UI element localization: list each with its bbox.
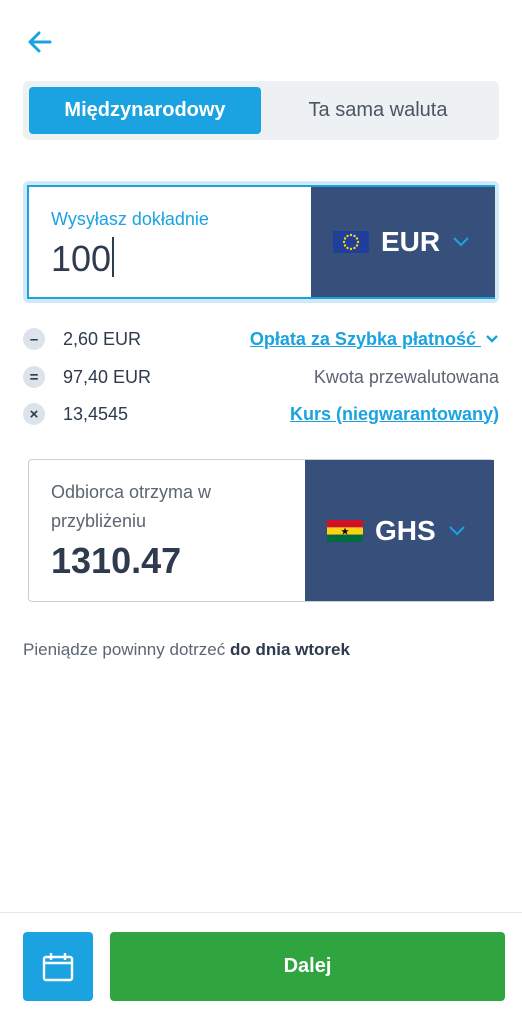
bottom-action-bar: Dalej <box>0 912 522 1025</box>
receive-currency-select[interactable]: GHS <box>305 460 494 601</box>
back-button[interactable] <box>22 24 58 60</box>
converted-row: = 97,40 EUR Kwota przewalutowana <box>23 362 499 392</box>
send-amount-value: 100 <box>51 238 112 279</box>
schedule-button[interactable] <box>23 932 93 1001</box>
delivery-estimate: Pieniądze powinny dotrzeć do dnia wtorek <box>23 640 350 660</box>
send-amount-field[interactable]: Wysyłasz dokładnie 100 EUR <box>27 185 495 299</box>
eu-flag-icon <box>333 231 369 253</box>
chevron-down-icon <box>448 525 465 535</box>
send-amount-input[interactable]: 100 <box>51 237 115 280</box>
rate-row: × 13,4545 Kurs (niegwarantowany) <box>23 399 499 429</box>
send-amount-label: Wysyłasz dokładnie <box>51 209 209 229</box>
fee-row: – 2,60 EUR Opłata za Szybka płatność <box>23 324 499 354</box>
chevron-down-icon <box>453 237 469 247</box>
converted-label: Kwota przewalutowana <box>313 366 499 387</box>
equals-icon: = <box>23 366 45 388</box>
send-currency-select[interactable]: EUR <box>311 187 495 297</box>
send-amount-box: Wysyłasz dokładnie 100 EUR <box>23 181 499 303</box>
converted-amount: 97,40 EUR <box>63 366 152 387</box>
receive-amount-value: 1310.47 <box>51 540 182 581</box>
transfer-type-tabs: Międzynarodowy Ta sama waluta <box>23 81 499 140</box>
fee-amount: 2,60 EUR <box>63 328 142 349</box>
tab-same-currency[interactable]: Ta sama waluta <box>263 87 493 134</box>
exchange-rate: 13,4545 <box>63 403 129 424</box>
tab-international[interactable]: Międzynarodowy <box>29 87 261 134</box>
multiply-icon: × <box>23 403 45 425</box>
next-button[interactable]: Dalej <box>110 932 505 1001</box>
arrow-left-icon <box>28 31 52 53</box>
fee-type-link[interactable]: Opłata za Szybka płatność <box>250 329 499 350</box>
send-currency-code: EUR <box>381 226 441 257</box>
minus-icon: – <box>23 328 45 350</box>
calendar-icon <box>42 952 74 981</box>
ghana-flag-icon <box>327 519 363 542</box>
receive-currency-code: GHS <box>375 514 436 546</box>
receive-amount-box[interactable]: Odbiorca otrzyma w przybliżeniu 1310.47 … <box>28 459 494 602</box>
delivery-estimate-date: do dnia wtorek <box>229 640 350 659</box>
delivery-estimate-text: Pieniądze powinny dotrzeć <box>23 640 226 659</box>
rate-info-link[interactable]: Kurs (niegwarantowany) <box>290 404 499 425</box>
chevron-down-icon <box>486 334 498 343</box>
text-caret <box>112 237 115 277</box>
receive-amount-label: Odbiorca otrzyma w przybliżeniu <box>51 482 212 531</box>
